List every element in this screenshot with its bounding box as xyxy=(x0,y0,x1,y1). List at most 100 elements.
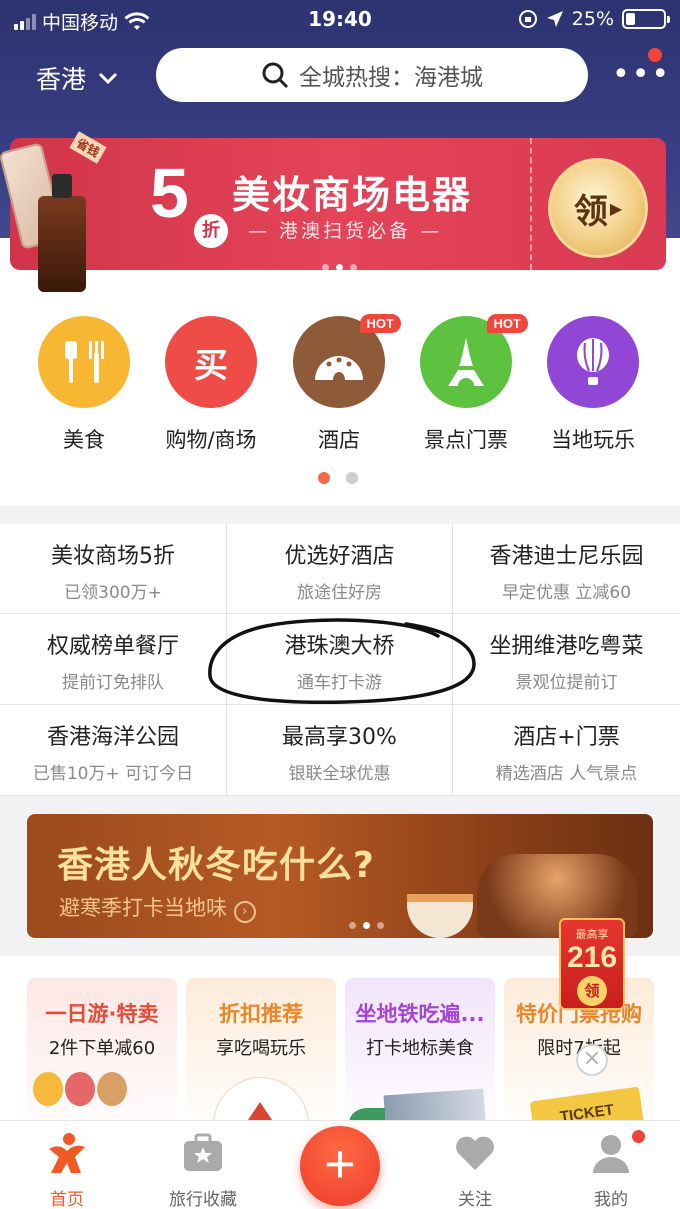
page-dot-active xyxy=(336,264,343,271)
grid-cell[interactable]: 酒店+门票 精选酒店 人气景点 xyxy=(453,705,680,796)
grid-title: 权威榜单餐厅 xyxy=(46,634,179,659)
category-local-fun[interactable]: 当地玩乐 xyxy=(529,316,657,454)
claim-button[interactable]: 领 ▶ xyxy=(548,158,648,258)
search-bar[interactable]: 全城热搜：海港城 xyxy=(156,48,588,102)
grid-title: 港珠澳大桥 xyxy=(284,634,395,659)
search-icon xyxy=(262,62,289,89)
promo-card-title: 坐地铁吃遍... xyxy=(355,1002,485,1026)
banner-subtitle: — 港澳扫货必备 — xyxy=(248,220,443,242)
grid-cell[interactable]: 坐拥维港吃粤菜 景观位提前订 xyxy=(453,614,680,705)
red-packet-action: 领 xyxy=(577,976,607,1006)
red-packet-button[interactable]: 最高享 216 领 xyxy=(559,918,625,1010)
noodle-bowl-image xyxy=(407,894,473,938)
page-dot xyxy=(377,922,384,929)
more-dots-icon: ••• xyxy=(612,57,672,92)
hot-badge: HOT xyxy=(359,314,401,333)
food-banner[interactable]: 香港人秋冬吃什么? 避寒季打卡当地味 › xyxy=(27,814,653,938)
category-label: 美食 xyxy=(63,428,105,452)
battery-percent: 25% xyxy=(571,8,614,30)
location-arrow-icon xyxy=(546,11,563,27)
more-button[interactable]: ••• xyxy=(612,48,669,90)
balloon-icon xyxy=(547,316,639,408)
category-shopping[interactable]: 买 购物/商场 xyxy=(147,316,275,454)
page-dot xyxy=(349,922,356,929)
tab-favorites[interactable]: 旅行收藏 xyxy=(148,1131,258,1209)
suitcase-star-icon xyxy=(148,1131,258,1175)
promo-banner[interactable]: 省钱 5 折 美妆商场电器 — 港澳扫货必备 — 领 ▶ xyxy=(0,118,680,292)
savings-badge: 省钱 xyxy=(69,131,107,164)
promo-card-discount[interactable]: 折扣推荐 享吃喝玩乐 xyxy=(186,978,336,1138)
page-dot-active xyxy=(318,472,330,484)
grid-cell[interactable]: 香港迪士尼乐园 早定优惠 立减60 xyxy=(453,524,680,614)
grid-cell[interactable]: 港珠澳大桥通车打卡游 xyxy=(227,614,453,705)
grid-title: 酒店+门票 xyxy=(513,725,620,750)
grid-subtitle: 已领300万+ xyxy=(64,583,162,603)
grid-subtitle: 已售10万+ 可订今日 xyxy=(32,764,194,784)
grid-title: 香港海洋公园 xyxy=(46,725,179,750)
grid-subtitle: 通车打卡游 xyxy=(297,673,382,693)
heart-icon xyxy=(420,1131,530,1175)
promo-card-subtitle: 打卡地标美食 xyxy=(366,1038,474,1059)
notification-dot xyxy=(648,48,662,62)
eiffel-tower-icon: HOT xyxy=(420,314,528,408)
serum-bottle-image xyxy=(38,174,86,292)
product-image: 省钱 xyxy=(0,131,107,292)
category-attractions[interactable]: HOT 景点门票 xyxy=(402,314,530,454)
shopping-icon: 买 xyxy=(165,316,257,408)
category-label: 酒店 xyxy=(318,428,360,452)
city-label: 香港 xyxy=(36,65,87,94)
orientation-lock-icon xyxy=(518,10,537,28)
status-right: 25% xyxy=(518,8,670,30)
claim-label: 领 xyxy=(573,191,608,232)
home-mascot-icon xyxy=(12,1131,122,1175)
category-label: 景点门票 xyxy=(424,428,508,452)
feature-grid: 美妆商场5折已领300万+ 优选好酒店 旅途住好房 香港迪士尼乐园 早定优惠 立减6… xyxy=(0,524,680,796)
page-dot-active xyxy=(363,922,370,929)
add-button[interactable]: + xyxy=(300,1126,380,1206)
status-bar: 中国移动 19:40 25% xyxy=(0,0,680,38)
close-icon[interactable]: × xyxy=(576,1044,608,1076)
grid-subtitle: 提前订免排队 xyxy=(62,673,164,693)
banner-discount-unit: 折 xyxy=(194,214,228,248)
category-hotel[interactable]: HOT 酒店 xyxy=(275,314,403,454)
food-banner-subtitle: 避寒季打卡当地味 › xyxy=(59,892,256,923)
category-section: 美食 买 购物/商场 HOT 酒店 HOT 景点门票 当地玩乐 xyxy=(0,300,680,506)
promo-card-subtitle: 享吃喝玩乐 xyxy=(216,1038,306,1059)
banner-subtitle-text: 港澳扫货必备 xyxy=(279,220,412,242)
grid-cell[interactable]: 优选好酒店 旅途住好房 xyxy=(227,524,453,614)
food-banner-title: 香港人秋冬吃什么? xyxy=(57,845,375,886)
promo-card-metro-food[interactable]: 坐地铁吃遍... 打卡地标美食 xyxy=(345,978,495,1138)
promo-card-day-tour[interactable]: 一日游·特卖 2件下单减60 xyxy=(27,978,177,1138)
tab-label: 我的 xyxy=(594,1190,628,1209)
promo-card-title: 折扣推荐 xyxy=(219,1002,303,1026)
food-banner-subtitle-text: 避寒季打卡当地味 xyxy=(59,896,227,920)
tab-label: 首页 xyxy=(50,1190,84,1209)
circle-arrow-icon: › xyxy=(233,901,256,923)
category-pagination xyxy=(318,472,358,484)
grid-cell[interactable]: 香港海洋公园已售10万+ 可订今日 xyxy=(0,705,227,796)
tab-follow[interactable]: 关注 xyxy=(420,1131,530,1209)
tab-label: 旅行收藏 xyxy=(169,1190,237,1209)
tab-mine[interactable]: 我的 xyxy=(556,1131,666,1209)
page-dot xyxy=(346,472,358,484)
grid-title: 美妆商场5折 xyxy=(51,544,175,569)
grid-subtitle: 景观位提前订 xyxy=(515,673,618,693)
red-packet-amount: 216 xyxy=(566,941,618,974)
hot-badge: HOT xyxy=(486,314,528,333)
city-selector[interactable]: 香港 xyxy=(36,60,118,96)
hotel-icon: HOT xyxy=(293,314,401,408)
grid-cell[interactable]: 权威榜单餐厅提前订免排队 xyxy=(0,614,227,705)
play-arrow-icon: ▶ xyxy=(609,198,623,218)
promo-card-subtitle: 2件下单减60 xyxy=(48,1038,156,1059)
notification-dot xyxy=(632,1130,645,1143)
tab-home[interactable]: 首页 xyxy=(12,1131,122,1209)
tab-label: 关注 xyxy=(458,1190,492,1209)
battery-icon xyxy=(622,9,670,29)
category-food[interactable]: 美食 xyxy=(20,316,148,454)
grid-subtitle: 旅途住好房 xyxy=(297,583,382,603)
grid-subtitle: 早定优惠 立减60 xyxy=(501,583,632,603)
grid-cell[interactable]: 最高享30% 银联全球优惠 xyxy=(227,705,453,796)
food-banner-pagination xyxy=(349,922,384,929)
red-packet-top: 最高享 xyxy=(575,928,609,941)
grid-cell[interactable]: 美妆商场5折已领300万+ xyxy=(0,524,227,614)
